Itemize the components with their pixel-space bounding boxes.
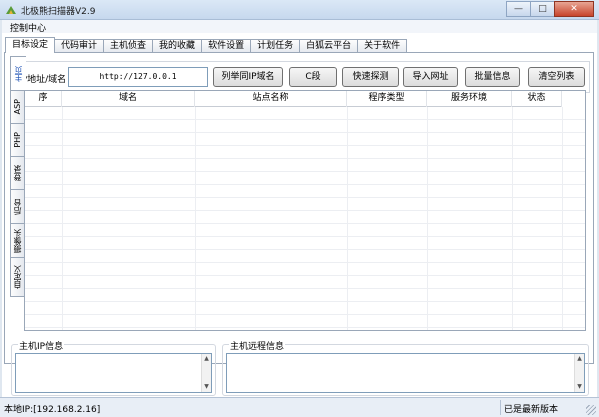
- col-divider: [427, 107, 428, 330]
- col-server-env[interactable]: 服务环境: [427, 91, 512, 107]
- tab-software-settings[interactable]: 软件设置: [201, 39, 252, 53]
- side-tab-asp[interactable]: ASP: [10, 90, 24, 124]
- tab-code-audit[interactable]: 代码审计: [54, 39, 105, 53]
- c-segment-button[interactable]: C段: [289, 67, 337, 87]
- scroll-up-icon[interactable]: ▲: [575, 354, 584, 364]
- close-button[interactable]: ✕: [554, 1, 594, 17]
- tab-scheduled-tasks[interactable]: 计划任务: [250, 39, 301, 53]
- tab-favorites[interactable]: 我的收藏: [152, 39, 203, 53]
- minimize-icon: —: [514, 4, 523, 14]
- col-domain[interactable]: 域名: [62, 91, 195, 107]
- col-divider: [562, 107, 563, 330]
- col-site-name[interactable]: 站点名称: [195, 91, 347, 107]
- scroll-up-icon[interactable]: ▲: [202, 354, 211, 364]
- col-index[interactable]: 序: [25, 91, 62, 107]
- main-tabs: 目标设定 代码审计 主机侦查 我的收藏 软件设置 计划任务 白狐云平台 关于软件: [5, 37, 408, 53]
- clear-list-button[interactable]: 清空列表: [528, 67, 585, 87]
- minimize-button[interactable]: —: [506, 1, 531, 17]
- app-icon: [6, 6, 16, 14]
- scroll-down-icon[interactable]: ▼: [575, 382, 584, 392]
- import-urls-button[interactable]: 导入网址: [403, 67, 458, 87]
- side-tab-login[interactable]: 登录: [10, 156, 24, 190]
- window-title: 北极熊扫描器V2.9: [21, 7, 96, 17]
- ip-domain-label: IP地址/域名: [19, 75, 67, 85]
- status-bar: 本地IP:[192.168.2.16] 已是最新版本: [0, 397, 599, 417]
- resize-grip-icon[interactable]: [586, 405, 596, 415]
- status-separator: [500, 400, 501, 415]
- col-divider: [195, 107, 196, 330]
- title-bar: 北极熊扫描器V2.9 — □ ✕: [0, 0, 599, 20]
- host-remote-info-textarea[interactable]: ▲ ▼: [226, 353, 585, 393]
- local-ip-status: 本地IP:[192.168.2.16]: [4, 405, 101, 415]
- tab-host-recon[interactable]: 主机侦查: [103, 39, 154, 53]
- ip-domain-input[interactable]: http://127.0.0.1: [68, 67, 208, 87]
- host-ip-info-label: 主机IP信息: [18, 339, 65, 352]
- vertical-scrollbar[interactable]: ▲ ▼: [574, 354, 584, 392]
- vertical-scrollbar[interactable]: ▲ ▼: [201, 354, 211, 392]
- maximize-icon: □: [538, 4, 547, 14]
- side-tab-home[interactable]: 主页: [10, 56, 26, 91]
- list-same-ip-domains-button[interactable]: 列举同IP域名: [213, 67, 283, 87]
- host-remote-info-group: 主机远程信息 ▲ ▼: [222, 339, 589, 396]
- host-ip-info-group: 主机IP信息 ▲ ▼: [11, 339, 216, 396]
- table-header: 序 域名 站点名称 程序类型 服务环境 状态: [25, 91, 562, 107]
- scroll-down-icon[interactable]: ▼: [202, 382, 211, 392]
- col-status[interactable]: 状态: [512, 91, 562, 107]
- batch-info-button[interactable]: 批量信息: [465, 67, 520, 87]
- results-table[interactable]: 序 域名 站点名称 程序类型 服务环境 状态: [24, 90, 586, 331]
- col-divider: [512, 107, 513, 330]
- host-ip-info-textarea[interactable]: ▲ ▼: [15, 353, 212, 393]
- tab-baihu-cloud[interactable]: 白狐云平台: [299, 39, 359, 53]
- side-tab-php[interactable]: PHP: [10, 123, 24, 157]
- side-tab-admin[interactable]: 后台: [10, 189, 24, 224]
- col-program-type[interactable]: 程序类型: [347, 91, 427, 107]
- quick-probe-button[interactable]: 快速探测: [342, 67, 399, 87]
- target-input-group: IP地址/域名 http://127.0.0.1 列举同IP域名 C段 快速探测…: [12, 61, 590, 93]
- tab-about[interactable]: 关于软件: [357, 39, 408, 53]
- maximize-button[interactable]: □: [530, 1, 555, 17]
- table-body: [25, 107, 585, 330]
- version-status: 已是最新版本: [504, 405, 559, 415]
- close-icon: ✕: [570, 4, 578, 14]
- tab-target-setting[interactable]: 目标设定: [5, 37, 56, 53]
- side-tab-custom[interactable]: 自定义: [10, 257, 24, 297]
- host-remote-info-label: 主机远程信息: [229, 339, 286, 352]
- window-controls: — □ ✕: [506, 1, 594, 17]
- col-divider: [62, 107, 63, 330]
- col-divider: [347, 107, 348, 330]
- menu-bar: 控制中心: [2, 20, 597, 34]
- side-tab-camera[interactable]: 摄像头: [10, 223, 24, 258]
